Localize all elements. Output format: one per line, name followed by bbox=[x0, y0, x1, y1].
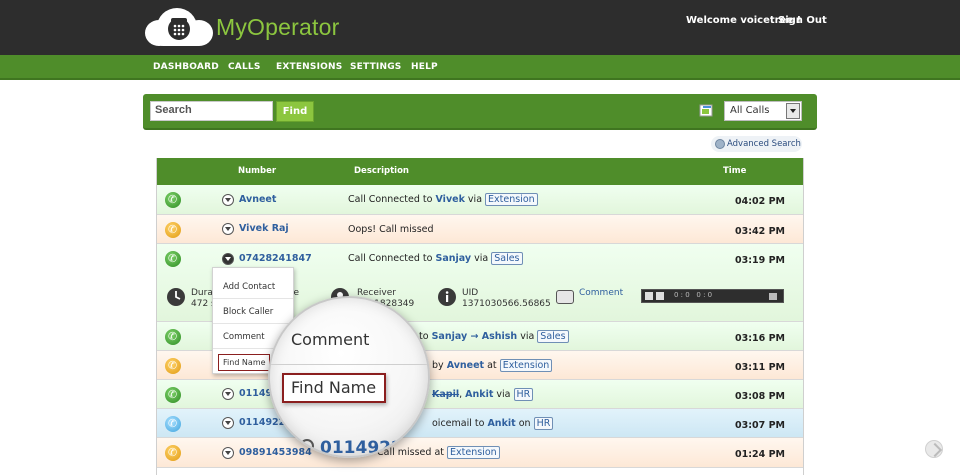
table-row[interactable]: 0114922 oicemail to Ankit on HR 03:07 PM bbox=[157, 409, 803, 438]
call-connected-icon bbox=[165, 251, 181, 267]
row-menu-toggle[interactable] bbox=[222, 447, 234, 459]
header-description: Description bbox=[354, 166, 409, 176]
uid-label: UID bbox=[462, 288, 479, 298]
main-nav: DASHBOARD CALLS EXTENSIONS SETTINGS HELP bbox=[0, 55, 960, 80]
magnified-chevron-icon bbox=[300, 439, 314, 453]
call-connected-icon bbox=[165, 387, 181, 403]
menu-add-contact[interactable]: Add Contact bbox=[213, 275, 293, 299]
nav-settings[interactable]: SETTINGS bbox=[350, 62, 401, 72]
call-time: 03:08 PM bbox=[735, 391, 785, 402]
caller-number[interactable]: Vivek Raj bbox=[239, 223, 289, 234]
call-time: 01:24 PM bbox=[735, 449, 785, 460]
nav-extensions[interactable]: EXTENSIONS bbox=[276, 62, 342, 72]
advanced-search-label: Advanced Search bbox=[727, 139, 801, 149]
call-time: 03:19 PM bbox=[735, 255, 785, 266]
comment-icon[interactable] bbox=[556, 290, 574, 304]
row-menu-toggle[interactable] bbox=[222, 253, 234, 265]
table-row[interactable]: 011492 Kapil, Ankit via HR 03:08 PM bbox=[157, 380, 803, 409]
call-description: Call Connected to Sanjay via Sales bbox=[348, 252, 523, 265]
call-filter-select[interactable]: All Calls bbox=[724, 101, 802, 121]
call-time: 03:11 PM bbox=[735, 362, 785, 373]
info-icon bbox=[438, 288, 456, 306]
caller-number[interactable]: 0114922 bbox=[239, 417, 285, 428]
call-time: 03:16 PM bbox=[735, 333, 785, 344]
nav-help[interactable]: HELP bbox=[411, 62, 438, 72]
row-menu-toggle[interactable] bbox=[222, 388, 234, 400]
call-description: to Sanjay → Ashish via Sales bbox=[419, 330, 569, 343]
call-description: Kapil, Ankit via HR bbox=[432, 388, 534, 401]
chevron-down-icon bbox=[786, 103, 800, 119]
corner-arrow-icon bbox=[925, 440, 943, 458]
duration-label: Dura bbox=[191, 288, 213, 298]
volume-icon[interactable] bbox=[769, 293, 777, 300]
audio-player[interactable]: 0 : 0 0 : 0 bbox=[641, 289, 784, 303]
caller-number[interactable]: Avneet bbox=[239, 194, 276, 205]
row-menu-toggle[interactable] bbox=[222, 417, 234, 429]
magnified-divider bbox=[270, 364, 428, 365]
clock-icon bbox=[167, 288, 185, 306]
table-header: Number Description Time bbox=[157, 158, 803, 185]
table-row[interactable]: Avneet Call Connected to Vivek via Exten… bbox=[157, 185, 803, 215]
call-voicemail-icon bbox=[165, 416, 181, 432]
call-description: by Avneet at Extension bbox=[432, 359, 553, 372]
sign-out-link[interactable]: Sign Out bbox=[778, 15, 827, 26]
uid-value: 1371030566.56865 bbox=[462, 299, 551, 309]
cloud-phone-icon bbox=[145, 6, 213, 48]
header-number: Number bbox=[238, 166, 277, 176]
logo[interactable]: MyOperator bbox=[145, 6, 339, 48]
call-missed-icon bbox=[165, 358, 181, 374]
row-menu-toggle[interactable] bbox=[222, 223, 234, 235]
export-icon[interactable] bbox=[699, 103, 714, 118]
call-missed-icon bbox=[165, 445, 181, 461]
stop-icon[interactable] bbox=[656, 292, 664, 300]
call-time: 04:02 PM bbox=[735, 196, 785, 207]
magnified-find-name: Find Name bbox=[282, 373, 386, 403]
menu-find-name[interactable]: Find Name bbox=[218, 354, 270, 371]
play-icon[interactable] bbox=[645, 292, 653, 300]
magnified-comment: Comment bbox=[291, 330, 370, 349]
player-time: 0 : 0 0 : 0 bbox=[674, 291, 713, 299]
table-row[interactable]: 09891453984 Call missed at Extension 01:… bbox=[157, 438, 803, 468]
row-menu-toggle[interactable] bbox=[222, 194, 234, 206]
call-description: oicemail to Ankit on HR bbox=[432, 417, 554, 430]
find-button[interactable]: Find bbox=[276, 101, 314, 122]
search-bar: Search Find All Calls bbox=[143, 94, 817, 130]
table-row[interactable]: Vivek Raj Oops! Call missed 03:42 PM bbox=[157, 215, 803, 244]
call-connected-icon bbox=[165, 329, 181, 345]
call-time: 03:07 PM bbox=[735, 420, 785, 431]
magnified-number: 01149222 bbox=[320, 438, 415, 458]
magnifier-callout: Comment Find Name 01149222 bbox=[268, 296, 430, 458]
call-description: Oops! Call missed bbox=[348, 224, 434, 235]
nav-dashboard[interactable]: DASHBOARD bbox=[153, 62, 219, 72]
nav-calls[interactable]: CALLS bbox=[228, 62, 261, 72]
caller-number[interactable]: 07428241847 bbox=[239, 253, 312, 264]
call-missed-icon bbox=[165, 222, 181, 238]
header-time: Time bbox=[723, 166, 747, 176]
call-connected-icon bbox=[165, 192, 181, 208]
search-input[interactable]: Search bbox=[150, 101, 273, 121]
call-filter-value: All Calls bbox=[730, 105, 770, 116]
call-description: Call Connected to Vivek via Extension bbox=[348, 193, 538, 206]
search-icon bbox=[715, 139, 725, 149]
advanced-search-link[interactable]: Advanced Search bbox=[711, 136, 802, 152]
call-time: 03:42 PM bbox=[735, 226, 785, 237]
brand-name: MyOperator bbox=[216, 13, 340, 40]
menu-block-caller[interactable]: Block Caller bbox=[213, 300, 293, 324]
top-bar: MyOperator Welcome voicetree ! Sign Out bbox=[0, 0, 960, 55]
comment-link[interactable]: Comment bbox=[579, 288, 623, 298]
